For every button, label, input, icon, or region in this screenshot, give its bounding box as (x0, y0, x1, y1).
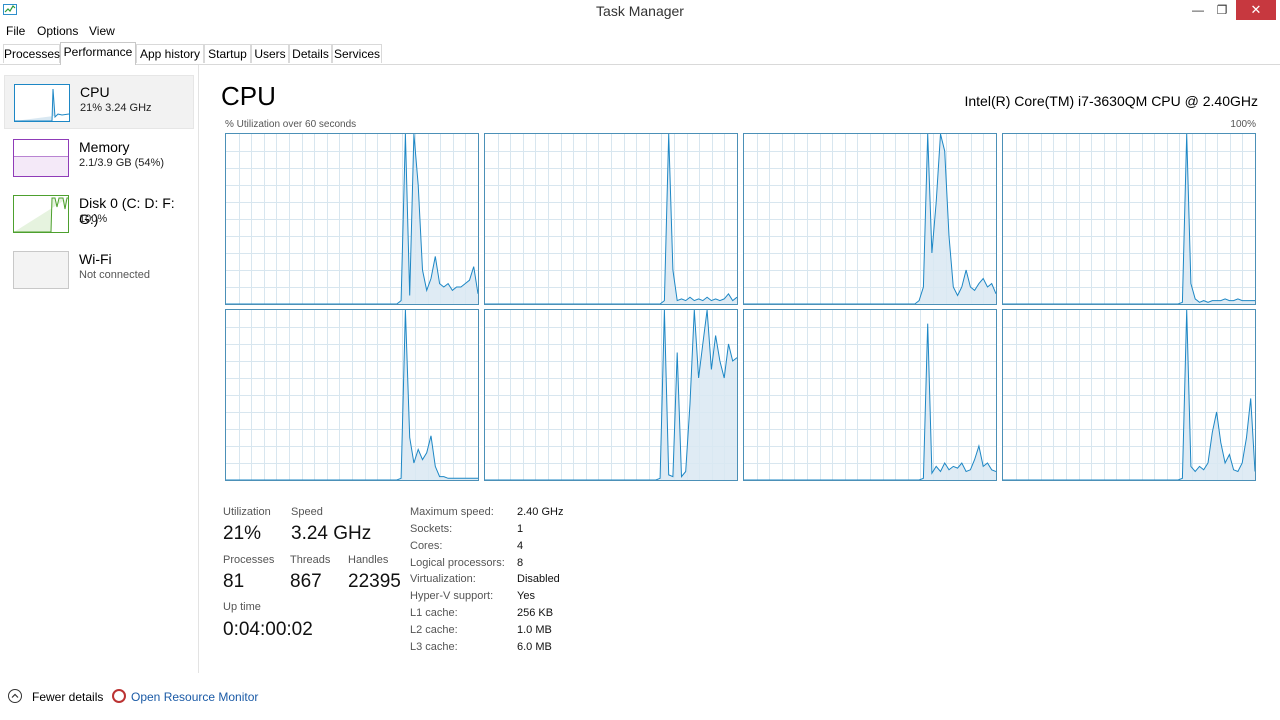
graph-max-label: 100% (1230, 119, 1256, 130)
spec-label: L1 cache: (410, 607, 458, 619)
title-bar: Task Manager — ❐ ✕ (0, 0, 1280, 22)
tab-app-history[interactable]: App history (136, 44, 204, 63)
menu-bar: File Options View (0, 22, 1280, 40)
logical-processor-graph (484, 309, 738, 481)
spec-value: 1 (517, 523, 524, 535)
sidebar-item-disk[interactable]: Disk 0 (C: D: F: G:) 100% (4, 187, 194, 241)
sidebar-memory-title: Memory (79, 139, 130, 155)
handles-label: Handles (348, 554, 389, 566)
window-title: Task Manager (596, 3, 684, 19)
memory-thumbnail-graph (13, 139, 69, 177)
spec-value: 4 (517, 540, 524, 552)
sidebar-disk-sub: 100% (79, 213, 108, 225)
spec-label: Virtualization: (410, 573, 476, 585)
sidebar-wifi-title: Wi-Fi (79, 251, 112, 267)
resource-monitor-icon[interactable] (112, 689, 126, 703)
tab-processes[interactable]: Processes (3, 44, 60, 63)
footer-bar: Fewer details Open Resource Monitor (0, 673, 1280, 720)
page-title: CPU (221, 81, 276, 111)
spec-label: Sockets: (410, 523, 453, 535)
logical-processor-graph (743, 309, 997, 481)
graph-canvas (226, 310, 478, 480)
spec-value: Disabled (517, 573, 560, 585)
processes-label: Processes (223, 554, 275, 566)
open-resource-monitor-link[interactable]: Open Resource Monitor (131, 690, 258, 704)
uptime-value: 0:04:00:02 (223, 619, 313, 640)
tab-services[interactable]: Services (332, 44, 382, 63)
logical-processor-graph (484, 133, 738, 305)
menu-options[interactable]: Options (37, 24, 78, 38)
cpu-detail-panel: CPU Intel(R) Core(TM) i7-3630QM CPU @ 2.… (199, 65, 1280, 673)
sidebar-item-memory[interactable]: Memory 2.1/3.9 GB (54%) (4, 131, 194, 185)
graph-canvas (485, 310, 737, 480)
logical-processor-graph (743, 133, 997, 305)
speed-label: Speed (291, 506, 323, 518)
spec-value: 6.0 MB (517, 641, 552, 653)
graph-canvas (1003, 310, 1255, 480)
tab-performance[interactable]: Performance (60, 42, 136, 65)
menu-view[interactable]: View (89, 24, 115, 38)
wifi-thumbnail-graph (13, 251, 69, 289)
utilization-label: Utilization (223, 506, 271, 518)
spec-value: 256 KB (517, 607, 554, 619)
sidebar-cpu-sub: 21% 3.24 GHz (80, 102, 152, 114)
sidebar-item-wifi[interactable]: Wi-Fi Not connected (4, 243, 194, 297)
sidebar-item-cpu[interactable]: CPU 21% 3.24 GHz (4, 75, 194, 129)
tab-strip: Processes Performance App history Startu… (0, 42, 1280, 65)
chevron-up-icon[interactable] (8, 689, 22, 703)
processes-value: 81 (223, 571, 245, 592)
spec-value: 1.0 MB (517, 624, 552, 636)
spec-label: L2 cache: (410, 624, 458, 636)
spec-label: Hyper-V support: (410, 590, 494, 602)
disk-thumbnail-graph (13, 195, 69, 233)
logical-processor-graph (225, 133, 479, 305)
spec-label: Cores: (410, 540, 443, 552)
spec-value: 2.40 GHz (517, 506, 564, 518)
spec-label: Logical processors: (410, 557, 505, 569)
spec-value: Yes (517, 590, 535, 602)
utilization-value: 21% (223, 523, 262, 544)
graph-canvas (485, 134, 737, 304)
spec-value: 8 (517, 557, 524, 569)
graph-canvas (744, 134, 996, 304)
logical-processor-graph (1002, 133, 1256, 305)
resource-sidebar: CPU 21% 3.24 GHz Memory 2.1/3.9 GB (54%)… (0, 65, 199, 673)
minimize-button[interactable]: — (1188, 0, 1208, 20)
cpu-thumbnail-graph (14, 84, 70, 122)
tab-startup[interactable]: Startup (204, 44, 251, 63)
logical-processor-graph (225, 309, 479, 481)
handles-value: 22395 (348, 571, 401, 592)
logical-processor-graphs[interactable] (225, 133, 1256, 481)
maximize-button[interactable]: ❐ (1212, 0, 1232, 20)
tab-details[interactable]: Details (289, 44, 332, 63)
fewer-details-link[interactable]: Fewer details (32, 690, 103, 704)
graph-caption: % Utilization over 60 seconds (225, 119, 357, 130)
sidebar-memory-sub: 2.1/3.9 GB (54%) (79, 157, 164, 169)
menu-file[interactable]: File (6, 24, 25, 38)
graph-canvas (744, 310, 996, 480)
spec-label: Maximum speed: (410, 506, 494, 518)
threads-label: Threads (290, 554, 331, 566)
threads-value: 867 (290, 571, 322, 592)
close-button[interactable]: ✕ (1236, 0, 1276, 20)
uptime-label: Up time (223, 601, 261, 613)
logical-processor-graph (1002, 309, 1256, 481)
graph-canvas (1003, 134, 1255, 304)
speed-value: 3.24 GHz (291, 523, 372, 544)
sidebar-wifi-sub: Not connected (79, 269, 150, 281)
tab-users[interactable]: Users (251, 44, 289, 63)
sidebar-cpu-title: CPU (80, 84, 110, 100)
spec-label: L3 cache: (410, 641, 458, 653)
cpu-model-name: Intel(R) Core(TM) i7-3630QM CPU @ 2.40GH… (964, 93, 1258, 109)
graph-canvas (226, 134, 478, 304)
